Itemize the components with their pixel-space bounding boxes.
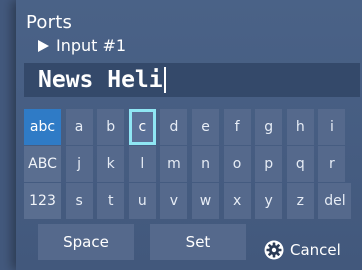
key-k[interactable]: k: [97, 146, 125, 182]
key-x[interactable]: x: [223, 183, 251, 219]
entry-value: News Heli: [38, 67, 163, 93]
mode-key-abc[interactable]: abc: [24, 109, 61, 145]
key-l[interactable]: l: [128, 146, 156, 182]
page-title: Ports: [26, 12, 73, 33]
key-u[interactable]: u: [128, 183, 156, 219]
key-t[interactable]: t: [97, 183, 125, 219]
set-button[interactable]: Set: [150, 224, 246, 260]
mode-key-abc[interactable]: ABC: [24, 146, 61, 182]
cancel-label: Cancel: [290, 241, 341, 259]
key-d[interactable]: d: [160, 109, 188, 145]
key-c[interactable]: c: [128, 109, 156, 145]
key-j[interactable]: j: [65, 146, 93, 182]
breadcrumb: Input #1: [38, 36, 126, 55]
key-p[interactable]: p: [255, 146, 283, 182]
breadcrumb-label: Input #1: [56, 36, 127, 55]
keyboard-row: 123 s t u v w x y z del: [24, 183, 362, 219]
key-e[interactable]: e: [192, 109, 219, 145]
key-o[interactable]: o: [223, 146, 251, 182]
key-i[interactable]: i: [318, 109, 346, 145]
key-y[interactable]: y: [255, 183, 283, 219]
key-b[interactable]: b: [97, 109, 125, 145]
keyboard-panel: Ports Input #1 News Heli abc a b c d e f g h i ABC…: [16, 0, 362, 270]
mode-key-123[interactable]: 123: [24, 183, 61, 219]
key-q[interactable]: q: [286, 146, 314, 182]
key-w[interactable]: w: [192, 183, 219, 219]
keyboard-row: abc a b c d e f g h i: [24, 109, 362, 145]
key-h[interactable]: h: [286, 109, 314, 145]
keyboard-row: ABC j k l m n o p q r: [24, 146, 362, 182]
key-n[interactable]: n: [192, 146, 219, 182]
key-g[interactable]: g: [255, 109, 283, 145]
key-s[interactable]: s: [65, 183, 93, 219]
key-v[interactable]: v: [160, 183, 188, 219]
key-f[interactable]: f: [223, 109, 251, 145]
key-m[interactable]: m: [160, 146, 188, 182]
gear-icon: [264, 240, 284, 260]
delete-key[interactable]: del: [318, 183, 352, 219]
space-button[interactable]: Space: [38, 224, 134, 260]
text-caret: [164, 67, 166, 93]
cancel-button[interactable]: Cancel: [264, 240, 341, 260]
key-r[interactable]: r: [318, 146, 346, 182]
key-a[interactable]: a: [65, 109, 93, 145]
play-arrow-icon: [38, 39, 49, 52]
text-entry-field[interactable]: News Heli: [24, 63, 360, 97]
key-z[interactable]: z: [286, 183, 314, 219]
